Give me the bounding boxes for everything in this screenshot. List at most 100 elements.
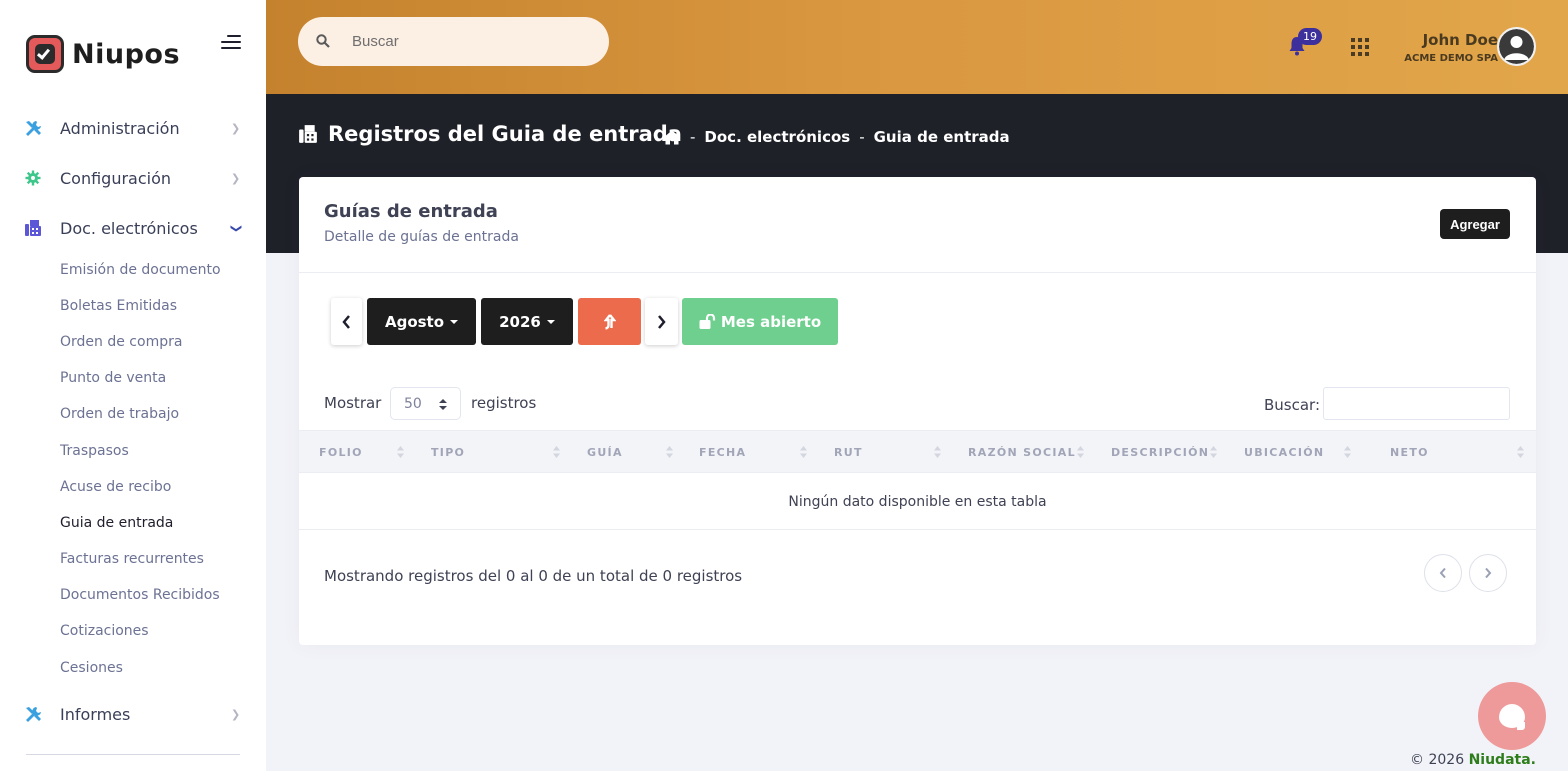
sidebar-item-label: Informes	[60, 704, 131, 724]
breadcrumb-item[interactable]: Doc. electrónicos	[704, 128, 850, 146]
year-value: 2026	[499, 312, 541, 331]
sidebar-subitem-cotizaciones[interactable]: Cotizaciones	[60, 623, 149, 639]
upload-arrow-icon	[603, 313, 616, 330]
chevron-right-icon	[1485, 567, 1492, 579]
column-header-fecha[interactable]: FECHA	[699, 431, 746, 474]
show-label: Mostrar	[324, 394, 382, 412]
chevron-right-icon	[658, 314, 666, 329]
sidebar-item-label: Configuración	[60, 168, 172, 188]
tools-icon	[24, 119, 42, 137]
sidebar-divider	[26, 754, 240, 755]
page-title: Registros del Guia de entrada	[298, 122, 682, 146]
sidebar-item-informes[interactable]: Informes ❯	[0, 696, 266, 732]
pagination-next-button[interactable]	[1469, 554, 1507, 592]
user-company: ACME DEMO SPA	[1404, 53, 1498, 64]
apps-grid-icon[interactable]	[1351, 38, 1369, 56]
sidebar-subitem-facturas-recurrentes[interactable]: Facturas recurrentes	[60, 551, 204, 567]
table-header: FOLIO TIPO GUÍA FECHA RUT RAZÓN SOCIAL D…	[299, 430, 1536, 473]
sidebar-subitem-traspasos[interactable]: Traspasos	[60, 443, 129, 459]
user-avatar-icon	[1499, 29, 1534, 64]
sort-icon	[1210, 446, 1217, 458]
footer: © 2026 Niudata.	[1410, 752, 1536, 768]
sort-icon	[800, 446, 807, 458]
month-status-button[interactable]: Mes abierto	[682, 298, 838, 345]
chat-button[interactable]	[1478, 682, 1546, 750]
chevron-right-icon: ❯	[231, 707, 241, 721]
table-info: Mostrando registros del 0 al 0 de un tot…	[324, 567, 743, 585]
home-icon[interactable]	[663, 130, 681, 145]
logo-icon	[26, 35, 64, 73]
sort-icon	[553, 446, 560, 458]
caret-down-icon	[546, 319, 555, 324]
page-title-text: Registros del Guia de entrada	[328, 122, 682, 146]
column-header-rut[interactable]: RUT	[834, 431, 863, 474]
chevron-right-icon: ❯	[231, 121, 241, 135]
notification-badge: 19	[1298, 28, 1322, 45]
chat-bubble-icon	[1499, 704, 1525, 730]
card-divider	[299, 272, 1536, 273]
page-length-value: 50	[404, 396, 422, 412]
previous-month-button[interactable]	[331, 298, 362, 345]
brand-logo[interactable]: Niupos	[26, 35, 180, 73]
sidebar: Niupos Administración ❯ Configuración ❯ …	[0, 0, 266, 771]
column-header-guia[interactable]: GUÍA	[587, 431, 623, 474]
year-dropdown[interactable]: 2026	[481, 298, 573, 345]
table-empty-row: Ningún dato disponible en esta tabla	[299, 474, 1536, 530]
fax-icon	[24, 219, 42, 237]
sidebar-subitem-documentos-recibidos[interactable]: Documentos Recibidos	[60, 587, 220, 603]
column-header-descripcion[interactable]: DESCRIPCIÓN	[1111, 431, 1209, 474]
sidebar-item-doc-electronicos[interactable]: Doc. electrónicos ❯	[0, 210, 266, 246]
search-icon	[316, 34, 330, 48]
sidebar-subitem-guia-entrada[interactable]: Guia de entrada	[60, 515, 173, 531]
export-button[interactable]	[578, 298, 641, 345]
sidebar-subitem-emision[interactable]: Emisión de documento	[60, 262, 221, 278]
sort-icon	[1077, 446, 1084, 458]
records-label: registros	[471, 394, 537, 412]
sidebar-subitem-cesiones[interactable]: Cesiones	[60, 660, 123, 676]
next-month-button[interactable]	[645, 298, 678, 345]
column-header-neto[interactable]: NETO	[1390, 431, 1429, 474]
column-header-folio[interactable]: FOLIO	[319, 431, 363, 474]
chevron-right-icon: ❯	[231, 171, 241, 185]
chevron-down-icon: ❯	[230, 223, 244, 233]
footer-company-link[interactable]: Niudata.	[1469, 752, 1536, 768]
month-value: Agosto	[384, 312, 445, 331]
sidebar-subitem-orden-trabajo[interactable]: Orden de trabajo	[60, 406, 179, 422]
column-header-razon-social[interactable]: RAZÓN SOCIAL	[968, 431, 1076, 474]
global-search	[298, 17, 609, 66]
chevron-left-icon	[342, 314, 350, 329]
card-subtitle: Detalle de guías de entrada	[324, 229, 519, 245]
add-button[interactable]: Agregar	[1440, 209, 1510, 239]
breadcrumb-item[interactable]: Guia de entrada	[874, 128, 1010, 146]
card-title: Guías de entrada	[324, 201, 498, 222]
breadcrumb-separator: -	[690, 128, 696, 146]
avatar[interactable]	[1497, 27, 1536, 66]
sort-icon	[934, 446, 941, 458]
chevron-left-icon	[1439, 567, 1446, 579]
sidebar-item-administracion[interactable]: Administración ❯	[0, 110, 266, 146]
column-header-tipo[interactable]: TIPO	[431, 431, 465, 474]
menu-toggle-icon[interactable]	[221, 34, 241, 50]
user-name[interactable]: John Doe	[1423, 31, 1498, 49]
pagination-previous-button[interactable]	[1424, 554, 1462, 592]
sidebar-item-configuracion[interactable]: Configuración ❯	[0, 160, 266, 196]
sidebar-subitem-punto-venta[interactable]: Punto de venta	[60, 370, 166, 386]
content-card: Guías de entrada Detalle de guías de ent…	[299, 177, 1536, 645]
page-length-select[interactable]: 50	[390, 387, 461, 420]
sidebar-subitem-orden-compra[interactable]: Orden de compra	[60, 334, 182, 350]
search-input[interactable]	[352, 17, 592, 66]
tools-icon	[24, 705, 42, 723]
sort-icon	[1344, 446, 1351, 458]
fax-icon	[299, 125, 317, 143]
unlock-icon	[699, 314, 715, 329]
caret-down-icon	[450, 319, 459, 324]
table-search-label: Buscar:	[1264, 396, 1321, 414]
breadcrumb-separator: -	[859, 128, 865, 146]
column-header-ubicacion[interactable]: UBICACIÓN	[1244, 431, 1324, 474]
month-dropdown[interactable]: Agosto	[367, 298, 476, 345]
sidebar-subitem-acuse[interactable]: Acuse de recibo	[60, 479, 171, 495]
table-search-input[interactable]	[1323, 387, 1510, 420]
sort-icon	[666, 446, 673, 458]
brand-name: Niupos	[72, 38, 181, 70]
sidebar-subitem-boletas[interactable]: Boletas Emitidas	[60, 298, 177, 314]
